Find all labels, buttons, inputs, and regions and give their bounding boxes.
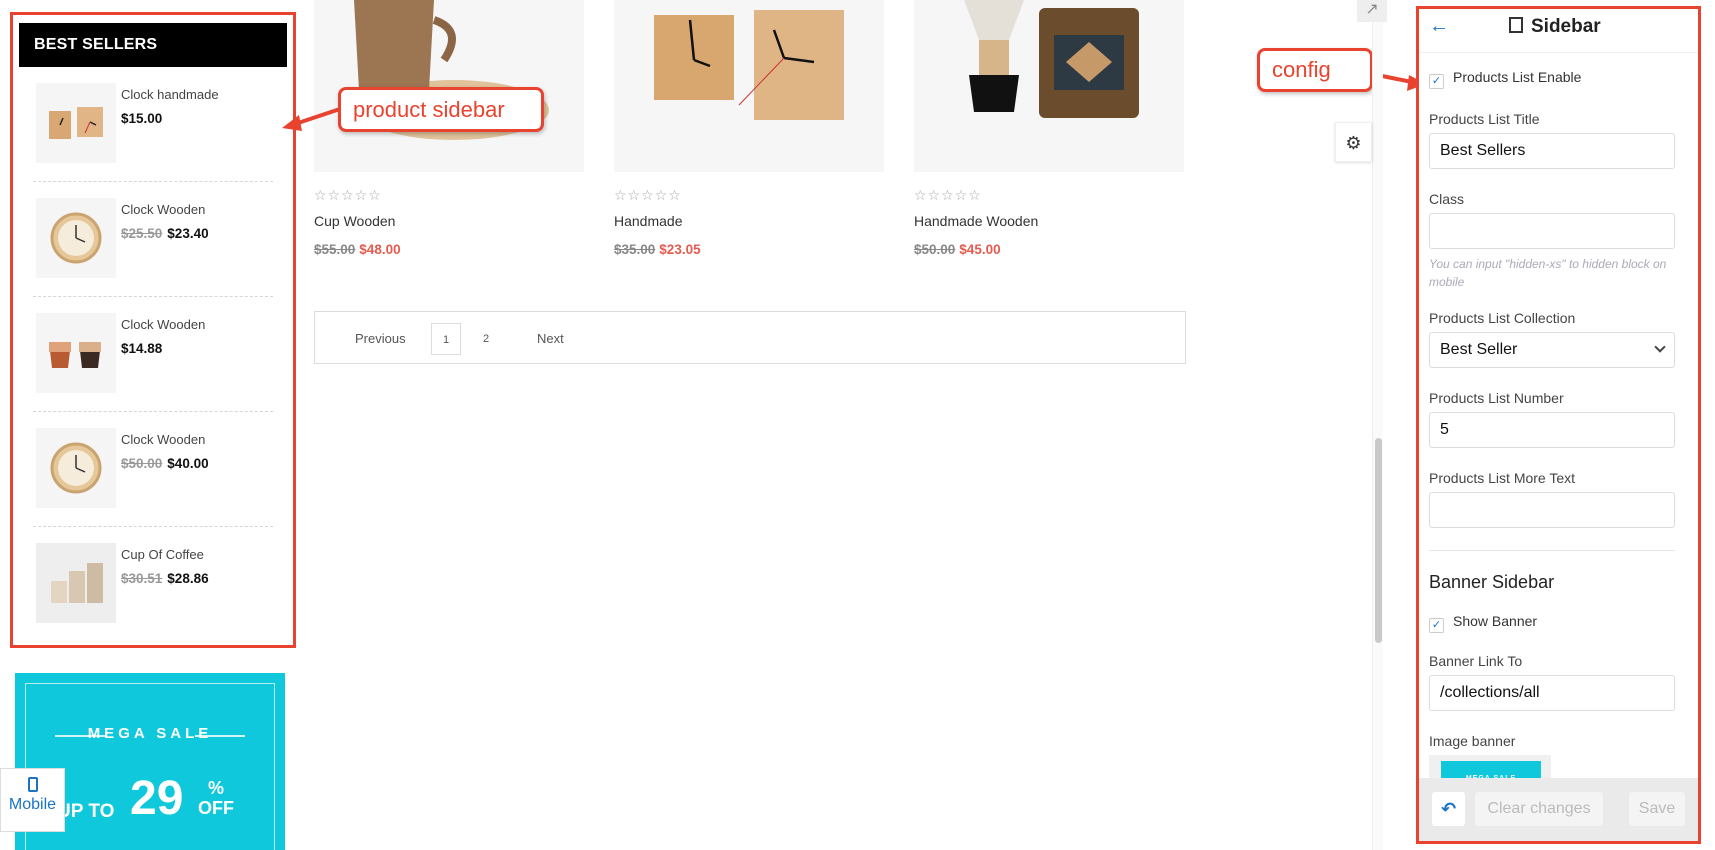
products-list-more-text-input[interactable] [1429,492,1675,528]
products-list-title-input[interactable]: Best Sellers [1429,133,1675,169]
section-title: Banner Sidebar [1429,572,1555,592]
banner-link-input[interactable]: /collections/all [1429,675,1675,711]
config-footer: ↶ Clear changes Save [1419,778,1698,841]
config-panel: ← Sidebar ✓ Products List Enable Products… [1416,6,1701,844]
products-list-number-input[interactable]: 5 [1429,412,1675,448]
save-button[interactable]: Save [1629,792,1685,826]
annotation-product-sidebar: product sidebar [338,87,544,132]
expand-icon[interactable]: ↗ [1357,0,1387,22]
arrow-left-icon[interactable]: ← [1429,15,1449,38]
annotation-config: config [1257,48,1373,92]
field-label: Products List Collection [1429,310,1576,326]
preview-scrollbar[interactable] [1372,0,1383,850]
field-label: Banner Link To [1429,653,1523,669]
show-banner-checkbox[interactable]: ✓ Show Banner [1429,613,1537,633]
config-title-text: Sidebar [1531,16,1601,37]
section-divider [1429,550,1675,551]
clear-changes-button[interactable]: Clear changes [1475,792,1603,826]
field-label: Class [1429,191,1465,207]
scrollbar-thumb[interactable] [1375,438,1382,643]
field-label: Products List Number [1429,390,1564,406]
checkbox-label: Products List Enable [1453,69,1582,85]
products-list-collection-select[interactable]: Best Seller [1429,332,1675,368]
class-input[interactable] [1429,213,1675,249]
class-hint: You can input "hidden-xs" to hidden bloc… [1429,257,1667,289]
sliders-icon[interactable]: ⚙ [1335,122,1372,162]
checkbox-label: Show Banner [1453,613,1538,629]
select-value: Best Seller [1440,341,1518,358]
undo-icon[interactable]: ↶ [1432,792,1465,826]
page: BEST SELLERS Clock handmade $15.00 Clock… [0,0,1715,850]
config-header: ← Sidebar [1419,9,1698,53]
chevron-down-icon [1654,341,1666,353]
sidebar-icon [1509,17,1523,33]
field-label: Products List Title [1429,111,1540,127]
checkmark-icon: ✓ [1429,74,1444,89]
checkmark-icon: ✓ [1429,618,1444,633]
field-label: Products List More Text [1429,470,1576,486]
products-list-enable-checkbox[interactable]: ✓ Products List Enable [1429,69,1581,89]
field-label: Image banner [1429,733,1516,749]
config-title: Sidebar [1509,16,1601,38]
